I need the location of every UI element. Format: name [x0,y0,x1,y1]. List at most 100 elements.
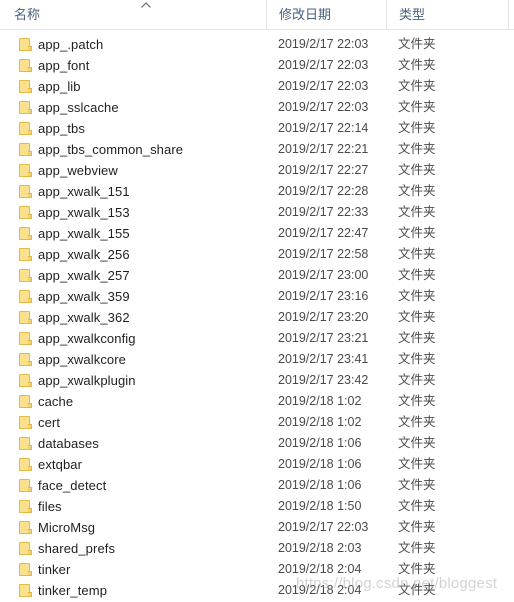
column-header-name[interactable]: 名称 [0,0,266,29]
folder-icon [19,122,32,135]
chevron-up-icon [139,1,153,9]
file-name-cell[interactable]: extqbar [0,454,266,475]
table-row[interactable]: app_xwalkconfig 2019/2/17 23:21 文件夹 [0,328,514,349]
file-type: 文件夹 [398,247,436,261]
file-date-modified: 2019/2/18 2:04 [278,562,362,576]
file-name-cell[interactable]: app_webview [0,160,266,181]
file-date-modified: 2019/2/17 22:28 [278,184,369,198]
table-row[interactable]: app_xwalkcore 2019/2/17 23:41 文件夹 [0,349,514,370]
table-row[interactable]: cache 2019/2/18 1:02 文件夹 [0,391,514,412]
file-name-cell[interactable]: cache [0,391,266,412]
file-name-cell[interactable]: app_xwalk_362 [0,307,266,328]
file-type: 文件夹 [398,121,436,135]
file-name-cell[interactable]: app_xwalk_155 [0,223,266,244]
file-name-cell[interactable]: app_xwalk_257 [0,265,266,286]
file-name-cell[interactable]: app_font [0,55,266,76]
table-row[interactable]: tinker 2019/2/18 2:04 文件夹 [0,559,514,580]
file-date-modified: 2019/2/17 22:21 [278,142,369,156]
folder-icon [19,206,32,219]
file-name-cell[interactable]: app_xwalkcore [0,349,266,370]
folder-icon [19,416,32,429]
table-row[interactable]: app_xwalk_257 2019/2/17 23:00 文件夹 [0,265,514,286]
file-name-label: face_detect [38,478,107,493]
file-name-cell[interactable]: app_xwalk_359 [0,286,266,307]
table-row[interactable]: extqbar 2019/2/18 1:06 文件夹 [0,454,514,475]
folder-icon [19,185,32,198]
folder-icon [19,542,32,555]
file-name-cell[interactable]: shared_prefs [0,538,266,559]
table-row[interactable]: app_xwalk_256 2019/2/17 22:58 文件夹 [0,244,514,265]
file-name-cell[interactable]: app_.patch [0,34,266,55]
folder-icon [19,59,32,72]
file-name-cell[interactable]: app_sslcache [0,97,266,118]
folder-icon [19,584,32,597]
file-type: 文件夹 [398,79,436,93]
file-date-modified: 2019/2/17 23:42 [278,373,369,387]
file-name-cell[interactable]: app_xwalkconfig [0,328,266,349]
file-name-cell[interactable]: MicroMsg [0,517,266,538]
file-date-modified: 2019/2/18 1:06 [278,478,362,492]
file-type: 文件夹 [398,184,436,198]
file-name-label: cache [38,394,74,409]
file-name-cell[interactable]: tinker [0,559,266,580]
table-row[interactable]: app_xwalk_151 2019/2/17 22:28 文件夹 [0,181,514,202]
file-name-label: app_xwalk_155 [38,226,130,241]
table-row[interactable]: app_xwalk_359 2019/2/17 23:16 文件夹 [0,286,514,307]
table-row[interactable]: databases 2019/2/18 1:06 文件夹 [0,433,514,454]
folder-icon [19,521,32,534]
folder-icon [19,38,32,51]
table-row[interactable]: app_lib 2019/2/17 22:03 文件夹 [0,76,514,97]
table-row[interactable]: app_webview 2019/2/17 22:27 文件夹 [0,160,514,181]
table-row[interactable]: app_xwalk_155 2019/2/17 22:47 文件夹 [0,223,514,244]
file-name-cell[interactable]: files [0,496,266,517]
file-date-modified: 2019/2/17 22:03 [278,79,369,93]
file-name-cell[interactable]: face_detect [0,475,266,496]
column-header-date-modified[interactable]: 修改日期 [266,0,386,29]
folder-icon [19,164,32,177]
file-name-cell[interactable]: app_xwalk_256 [0,244,266,265]
file-name-label: app_xwalk_359 [38,289,130,304]
column-header-type[interactable]: 类型 [386,0,508,29]
table-row[interactable]: app_.patch 2019/2/17 22:03 文件夹 [0,34,514,55]
file-name-cell[interactable]: app_lib [0,76,266,97]
file-type: 文件夹 [398,415,436,429]
table-row[interactable]: app_tbs_common_share 2019/2/17 22:21 文件夹 [0,139,514,160]
table-row[interactable]: app_xwalk_153 2019/2/17 22:33 文件夹 [0,202,514,223]
column-header-type-label: 类型 [399,7,426,22]
table-row[interactable]: shared_prefs 2019/2/18 2:03 文件夹 [0,538,514,559]
table-row[interactable]: app_sslcache 2019/2/17 22:03 文件夹 [0,97,514,118]
table-row[interactable]: app_tbs 2019/2/17 22:14 文件夹 [0,118,514,139]
file-name-cell[interactable]: cert [0,412,266,433]
file-name-cell[interactable]: app_xwalkplugin [0,370,266,391]
file-date-modified: 2019/2/17 23:00 [278,268,369,282]
file-name-label: app_lib [38,79,81,94]
table-row[interactable]: tinker_temp 2019/2/18 2:04 文件夹 [0,580,514,601]
file-name-cell[interactable]: databases [0,433,266,454]
file-date-modified: 2019/2/17 22:58 [278,247,369,261]
file-date-modified: 2019/2/18 1:06 [278,436,362,450]
file-date-modified: 2019/2/17 23:21 [278,331,369,345]
file-type: 文件夹 [398,352,436,366]
table-row[interactable]: MicroMsg 2019/2/17 22:03 文件夹 [0,517,514,538]
file-name-label: app_xwalk_362 [38,310,130,325]
table-row[interactable]: app_xwalk_362 2019/2/17 23:20 文件夹 [0,307,514,328]
file-name-cell[interactable]: app_xwalk_151 [0,181,266,202]
file-name-cell[interactable]: app_tbs_common_share [0,139,266,160]
table-row[interactable]: files 2019/2/18 1:50 文件夹 [0,496,514,517]
file-name-cell[interactable]: tinker_temp [0,580,266,601]
file-type: 文件夹 [398,457,436,471]
column-header-name-label: 名称 [14,7,41,22]
folder-icon [19,227,32,240]
table-row[interactable]: face_detect 2019/2/18 1:06 文件夹 [0,475,514,496]
file-name-cell[interactable]: app_tbs [0,118,266,139]
table-row[interactable]: app_xwalkplugin 2019/2/17 23:42 文件夹 [0,370,514,391]
table-row[interactable]: cert 2019/2/18 1:02 文件夹 [0,412,514,433]
column-header-right-divider [508,0,509,29]
file-name-cell[interactable]: app_xwalk_153 [0,202,266,223]
file-type: 文件夹 [398,289,436,303]
table-row[interactable]: app_font 2019/2/17 22:03 文件夹 [0,55,514,76]
file-type: 文件夹 [398,58,436,72]
file-type: 文件夹 [398,541,436,555]
file-date-modified: 2019/2/17 22:03 [278,58,369,72]
file-type: 文件夹 [398,436,436,450]
